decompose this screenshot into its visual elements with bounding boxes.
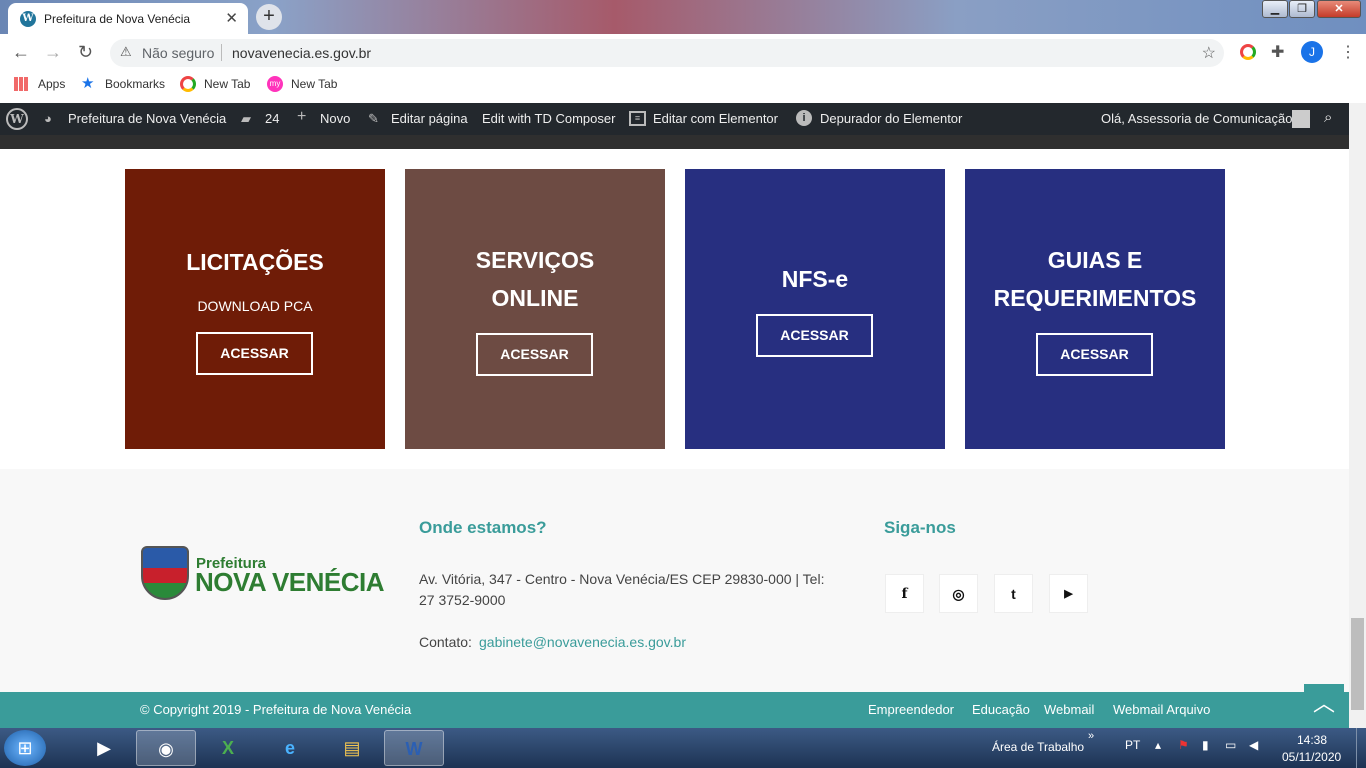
menu-icon[interactable]: ⋮ [1340,42,1356,62]
clock-date[interactable]: 05/11/2020 [1282,750,1341,764]
elementor-edit-link[interactable]: Editar com Elementor [653,111,778,126]
phone-line: 27 3752-9000 [419,592,506,608]
address-line: Av. Vitória, 347 - Centro - Nova Venécia… [419,571,825,587]
card-subtitle[interactable]: DOWNLOAD PCA [125,298,385,314]
card-licitacoes: LICITAÇÕES DOWNLOAD PCA ACESSAR [125,169,385,449]
new-menu[interactable]: Novo [320,111,350,126]
user-greeting[interactable]: Olá, Assessoria de Comunicação [1101,111,1292,126]
wp-site-name[interactable]: Prefeitura de Nova Venécia [68,111,226,126]
dashboard-icon: ◕ [44,111,52,126]
card-guias-requerimentos: GUIAS E REQUERIMENTOS ACESSAR [965,169,1225,449]
pencil-icon: ✎ [368,111,379,126]
contact-label: Contato: [419,634,472,650]
forward-icon[interactable]: → [44,42,62,63]
bookmark-new-tab-2[interactable]: New Tab [291,77,337,91]
acessar-button[interactable]: ACESSAR [1036,333,1153,376]
back-icon[interactable]: ← [12,42,30,63]
close-window-button[interactable]: ✕ [1317,0,1361,18]
comments-icon: ▰ [241,111,251,126]
media-player-icon[interactable]: ▶ [74,730,134,766]
word-icon[interactable]: W [384,730,444,766]
card-title: SERVIÇOS [475,247,595,273]
elementor-icon: ≡ [629,111,646,126]
my-icon: my [267,76,283,92]
bookmark-star-icon[interactable]: ☆ [1202,43,1216,63]
bookmark-new-tab-1[interactable]: New Tab [204,77,250,91]
close-tab-icon[interactable]: ✕ [225,9,238,27]
show-desktop-button[interactable] [1356,728,1366,768]
twitter-icon[interactable]: t [994,574,1033,613]
where-heading: Onde estamos? [419,518,547,537]
star-icon: ★ [81,75,95,92]
footer-link-educacao[interactable]: Educação [972,702,1030,717]
acessar-button[interactable]: ACESSAR [476,333,593,376]
coat-of-arms-logo[interactable] [141,546,189,600]
url-text[interactable]: novavenecia.es.gov.br [232,45,371,61]
td-composer-link[interactable]: Edit with TD Composer [482,111,615,126]
card-nfse: NFS-e ACESSAR [685,169,945,449]
divider [221,44,222,61]
card-servicos-online: SERVIÇOS ONLINE ACESSAR [405,169,665,449]
header-strip [0,135,1349,149]
file-explorer-icon[interactable]: ▤ [322,730,382,766]
desktop-toolbar-label[interactable]: Área de Trabalho [992,740,1084,754]
footer-link-empreendedor[interactable]: Empreendedor [868,702,954,717]
copyright-text: © Copyright 2019 - Prefeitura de Nova Ve… [140,702,412,717]
profile-avatar[interactable]: J [1301,41,1323,63]
tray-expand-icon[interactable]: ▴ [1155,738,1161,752]
maximize-button[interactable]: ❐ [1289,0,1315,18]
facebook-icon[interactable]: f [885,574,924,613]
comments-count[interactable]: 24 [265,111,279,126]
excel-icon[interactable]: X [198,730,258,766]
start-button[interactable]: ⊞ [4,730,46,766]
follow-heading: Siga-nos [884,518,956,537]
card-title: LICITAÇÕES [186,249,324,275]
device-icon[interactable]: ▮ [1202,738,1209,752]
language-indicator[interactable]: PT [1125,738,1140,752]
network-icon[interactable]: ▭ [1225,738,1236,752]
apps-grid-icon [14,77,28,91]
contact-email-link[interactable]: gabinete@novavenecia.es.gov.br [479,632,686,653]
acessar-button[interactable]: ACESSAR [756,314,873,357]
card-title: GUIAS E [1047,247,1143,273]
bookmark-apps[interactable]: Apps [38,77,65,91]
flag-icon[interactable]: ⚑ [1178,738,1189,752]
search-icon[interactable]: ⌕ [1324,109,1332,126]
edit-page-link[interactable]: Editar página [391,111,468,126]
internet-explorer-icon[interactable]: e [260,730,320,766]
browser-tab[interactable]: W Prefeitura de Nova Venécia ✕ [8,3,248,34]
footer-link-webmail-arquivo[interactable]: Webmail Arquivo [1113,702,1210,717]
reload-icon[interactable]: ↻ [78,42,93,63]
chevron-icon[interactable]: » [1088,730,1094,742]
acessar-button[interactable]: ACESSAR [196,332,313,375]
bookmark-bookmarks[interactable]: Bookmarks [105,77,165,91]
volume-icon[interactable]: ◀ [1249,738,1258,752]
wordpress-logo-icon[interactable]: W [6,108,28,130]
elementor-debug-link[interactable]: Depurador do Elementor [820,111,962,126]
plus-icon: + [297,108,307,125]
address-bar[interactable]: ⚠ Não seguro novavenecia.es.gov.br ☆ [110,39,1224,67]
info-icon: i [796,110,812,126]
minimize-button[interactable]: ▁ [1262,0,1288,18]
card-title-line2: ONLINE [491,285,579,311]
card-title: NFS-e [781,266,849,292]
scroll-to-top-button[interactable]: ︿ [1304,684,1344,724]
clock-time[interactable]: 14:38 [1297,733,1327,747]
instagram-icon[interactable]: ◎ [939,574,978,613]
puzzle-icon[interactable]: ✚ [1271,42,1284,62]
security-label[interactable]: Não seguro [142,45,214,61]
warning-icon: ⚠ [120,44,132,59]
chrome-taskbar-icon[interactable]: ◉ [136,730,196,766]
footer-link-webmail[interactable]: Webmail [1044,702,1094,717]
wordpress-icon: W [20,11,36,27]
chrome-icon [180,76,196,92]
user-avatar[interactable] [1292,110,1310,128]
logo-text-big: NOVA VENÉCIA [195,567,385,597]
youtube-icon[interactable]: ▶ [1049,574,1088,613]
new-tab-button[interactable]: + [256,4,282,30]
scrollbar-thumb[interactable] [1351,618,1364,710]
card-title-line2: REQUERIMENTOS [993,285,1197,311]
extension-icon[interactable] [1240,44,1256,60]
tab-title: Prefeitura de Nova Venécia [44,12,191,26]
